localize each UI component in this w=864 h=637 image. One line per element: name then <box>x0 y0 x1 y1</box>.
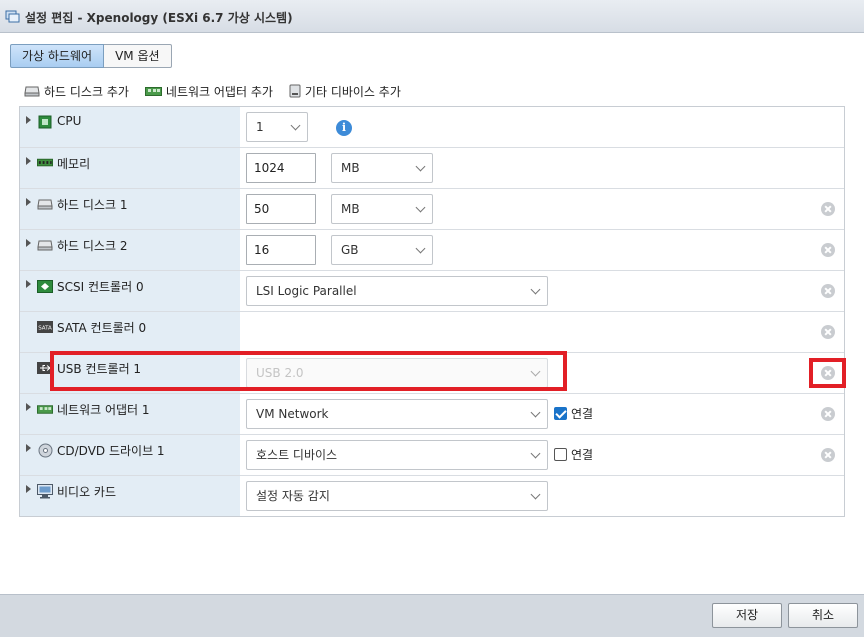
video-settings-select[interactable]: 설정 자동 감지 <box>246 481 548 511</box>
hard-disk-icon <box>37 197 53 211</box>
device-row-cd-dvd: CD/DVD 드라이브 1 호스트 디바이스 연결 <box>20 435 844 476</box>
device-label: SATA 컨트롤러 0 <box>57 321 147 335</box>
expand-caret-icon[interactable] <box>26 403 31 411</box>
network-card-icon <box>37 402 53 416</box>
chevron-down-icon <box>290 120 301 131</box>
chevron-down-icon <box>530 489 541 500</box>
expand-caret-icon[interactable] <box>26 198 31 206</box>
network-connect-checkbox[interactable] <box>554 407 567 420</box>
tab-bar: 가상 하드웨어 VM 옵션 <box>10 44 172 68</box>
video-card-icon <box>37 483 53 498</box>
add-other-device-button[interactable]: 기타 디바이스 추가 <box>289 83 401 100</box>
device-label: CPU <box>57 114 82 128</box>
hard-disk-icon <box>37 238 53 252</box>
memory-unit-select[interactable]: MB <box>331 153 433 183</box>
network-select[interactable]: VM Network <box>246 399 548 429</box>
expand-caret-icon[interactable] <box>26 116 31 124</box>
chevron-down-icon <box>530 448 541 459</box>
expand-caret-icon[interactable] <box>26 239 31 247</box>
connect-label: 연결 <box>571 448 594 462</box>
chevron-down-icon <box>530 284 541 295</box>
device-row-network-adapter: 네트워크 어댑터 1 VM Network 연결 <box>20 394 844 435</box>
remove-device-icon[interactable] <box>821 284 835 298</box>
svg-text:SATA: SATA <box>38 326 52 332</box>
disk2-unit-select[interactable]: GB <box>331 235 433 265</box>
device-row-hard-disk-1: 하드 디스크 1 50 MB <box>20 189 844 230</box>
cpu-count-select[interactable]: 1 <box>246 112 308 142</box>
memory-size-input[interactable]: 1024 <box>246 153 316 183</box>
dialog-footer: 저장 취소 <box>0 594 864 637</box>
device-row-memory: 메모리 1024 MB <box>20 148 844 189</box>
connect-label: 연결 <box>571 407 594 421</box>
remove-device-icon[interactable] <box>821 202 835 216</box>
device-row-video-card: 비디오 카드 설정 자동 감지 <box>20 476 844 517</box>
device-label: 메모리 <box>57 157 91 171</box>
chevron-down-icon <box>415 202 426 213</box>
device-label: 하드 디스크 1 <box>57 198 128 212</box>
chevron-down-icon <box>530 407 541 418</box>
device-label: SCSI 컨트롤러 0 <box>57 280 144 294</box>
device-label: CD/DVD 드라이브 1 <box>57 444 165 458</box>
memory-icon <box>37 156 53 170</box>
device-row-cpu: CPU 1 i <box>20 107 844 148</box>
vm-settings-icon <box>5 9 20 23</box>
add-hard-disk-button[interactable]: 하드 디스크 추가 <box>24 83 129 100</box>
device-row-sata-controller: SATA SATA 컨트롤러 0 <box>20 312 844 353</box>
highlight-usb-controller <box>50 351 567 391</box>
other-device-icon <box>289 84 301 98</box>
chevron-down-icon <box>415 243 426 254</box>
remove-device-icon[interactable] <box>821 448 835 462</box>
expand-caret-icon[interactable] <box>26 444 31 452</box>
cd-dvd-icon <box>37 443 53 457</box>
remove-device-icon[interactable] <box>821 243 835 257</box>
device-label: 하드 디스크 2 <box>57 239 128 253</box>
title-bar: 설정 편집 - Xpenology (ESXi 6.7 가상 시스템) <box>0 0 864 33</box>
scsi-controller-icon <box>37 279 53 293</box>
hard-disk-icon <box>24 85 40 97</box>
scsi-type-select[interactable]: LSI Logic Parallel <box>246 276 548 306</box>
cancel-button[interactable]: 취소 <box>788 603 858 628</box>
remove-device-icon[interactable] <box>821 407 835 421</box>
device-label: 네트워크 어댑터 1 <box>57 403 150 417</box>
device-label: 비디오 카드 <box>57 485 117 499</box>
expand-caret-icon[interactable] <box>26 280 31 288</box>
device-row-hard-disk-2: 하드 디스크 2 16 GB <box>20 230 844 271</box>
network-card-icon <box>144 86 162 97</box>
remove-device-icon[interactable] <box>821 325 835 339</box>
cpu-icon <box>37 115 53 129</box>
expand-caret-icon[interactable] <box>26 157 31 165</box>
cd-dvd-select[interactable]: 호스트 디바이스 <box>246 440 548 470</box>
sata-controller-icon: SATA <box>37 320 53 334</box>
chevron-down-icon <box>415 161 426 172</box>
device-toolbar: 하드 디스크 추가 네트워크 어댑터 추가 기타 디바이스 추가 <box>24 82 417 100</box>
info-icon[interactable]: i <box>336 120 352 136</box>
tab-vm-options[interactable]: VM 옵션 <box>104 44 172 68</box>
cd-dvd-connect-checkbox[interactable] <box>554 448 567 461</box>
disk1-size-input[interactable]: 50 <box>246 194 316 224</box>
window-title: 설정 편집 - Xpenology (ESXi 6.7 가상 시스템) <box>25 11 293 25</box>
disk2-size-input[interactable]: 16 <box>246 235 316 265</box>
tab-virtual-hardware[interactable]: 가상 하드웨어 <box>10 44 105 68</box>
device-list: CPU 1 i 메모리 1024 MB 하드 디스크 1 50 MB 하드 디스… <box>19 106 845 517</box>
disk1-unit-select[interactable]: MB <box>331 194 433 224</box>
device-row-scsi-controller: SCSI 컨트롤러 0 LSI Logic Parallel <box>20 271 844 312</box>
expand-caret-icon[interactable] <box>26 485 31 493</box>
add-network-adapter-button[interactable]: 네트워크 어댑터 추가 <box>144 83 273 100</box>
save-button[interactable]: 저장 <box>712 603 782 628</box>
highlight-usb-remove <box>809 358 846 388</box>
